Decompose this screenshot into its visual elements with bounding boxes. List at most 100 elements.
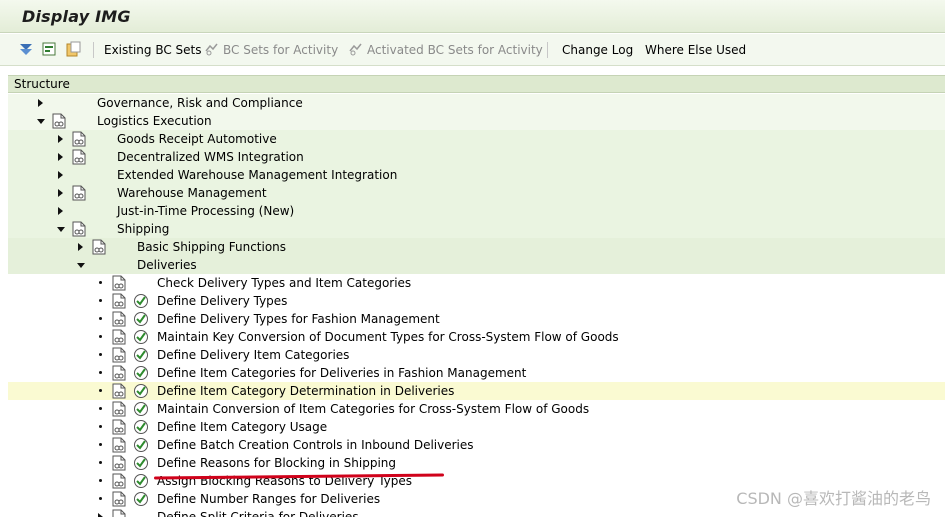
tree-node-label[interactable]: Governance, Risk and Compliance xyxy=(97,95,303,111)
tree-node-label[interactable]: Goods Receipt Automotive xyxy=(117,131,277,147)
tree-node[interactable]: Logistics Execution xyxy=(8,112,945,130)
execute-activity-icon[interactable] xyxy=(133,419,149,435)
change-log-button[interactable]: Change Log xyxy=(562,42,633,58)
tree-node[interactable]: Extended Warehouse Management Integratio… xyxy=(8,166,945,184)
expand-node-icon[interactable] xyxy=(58,171,63,179)
expand-node-icon[interactable] xyxy=(38,99,43,107)
tree-node[interactable]: Check Delivery Types and Item Categories xyxy=(8,274,945,292)
tree-node-label[interactable]: Define Delivery Types xyxy=(157,293,287,309)
execute-activity-icon[interactable] xyxy=(133,329,149,345)
execute-activity-icon[interactable] xyxy=(133,437,149,453)
tree-node-label[interactable]: Maintain Conversion of Item Categories f… xyxy=(157,401,589,417)
tree-node-label[interactable]: Logistics Execution xyxy=(97,113,212,129)
documentation-icon[interactable] xyxy=(72,131,86,147)
bc-sets-for-activity-button[interactable]: BC Sets for Activity xyxy=(223,42,338,58)
collapse-node-icon[interactable] xyxy=(37,119,45,124)
documentation-icon[interactable] xyxy=(112,365,126,381)
documentation-icon[interactable] xyxy=(112,383,126,399)
expand-node-icon[interactable] xyxy=(58,153,63,161)
tree-node[interactable]: Maintain Conversion of Item Categories f… xyxy=(8,400,945,418)
tree-node[interactable]: Decentralized WMS Integration xyxy=(8,148,945,166)
tree-node[interactable]: Basic Shipping Functions xyxy=(8,238,945,256)
leaf-bullet-icon xyxy=(99,443,102,446)
tree-node[interactable]: Define Delivery Item Categories xyxy=(8,346,945,364)
tree-node-label[interactable]: Define Delivery Types for Fashion Manage… xyxy=(157,311,440,327)
tree-node[interactable]: Define Item Categories for Deliveries in… xyxy=(8,364,945,382)
tree-node-label[interactable]: Define Batch Creation Controls in Inboun… xyxy=(157,437,474,453)
where-else-used-button[interactable]: Where Else Used xyxy=(645,42,746,58)
tree-node[interactable]: Define Reasons for Blocking in Shipping xyxy=(8,454,945,472)
tree-node-label[interactable]: Define Split Criteria for Deliveries xyxy=(157,509,359,517)
img-structure-tree: Structure Governance, Risk and Complianc… xyxy=(8,75,945,517)
tree-node[interactable]: Deliveries xyxy=(8,256,945,274)
documentation-icon[interactable] xyxy=(112,311,126,327)
expand-node-icon[interactable] xyxy=(98,513,103,517)
title-bar: Display IMG xyxy=(0,0,945,33)
tree-node-label[interactable]: Shipping xyxy=(117,221,169,237)
tree-node-label[interactable]: Define Reasons for Blocking in Shipping xyxy=(157,455,396,471)
expand-node-icon[interactable] xyxy=(78,243,83,251)
tree-node[interactable]: Maintain Key Conversion of Document Type… xyxy=(8,328,945,346)
activated-bc-sets-for-activity-button[interactable]: Activated BC Sets for Activity xyxy=(367,42,543,58)
documentation-icon[interactable] xyxy=(112,329,126,345)
documentation-icon[interactable] xyxy=(72,149,86,165)
documentation-icon[interactable] xyxy=(92,239,106,255)
expand-node-icon[interactable] xyxy=(58,189,63,197)
tree-node-label[interactable]: Deliveries xyxy=(137,257,197,273)
expand-node-icon[interactable] xyxy=(58,135,63,143)
execute-activity-icon[interactable] xyxy=(133,491,149,507)
tree-node-label[interactable]: Decentralized WMS Integration xyxy=(117,149,304,165)
execute-activity-icon[interactable] xyxy=(133,347,149,363)
tree-node[interactable]: Define Delivery Types for Fashion Manage… xyxy=(8,310,945,328)
execute-activity-icon[interactable] xyxy=(133,365,149,381)
expand-node-icon[interactable] xyxy=(58,207,63,215)
tree-node-label[interactable]: Define Item Category Determination in De… xyxy=(157,383,454,399)
documentation-icon[interactable] xyxy=(52,113,66,129)
execute-activity-icon[interactable] xyxy=(133,401,149,417)
tree-node-label[interactable]: Warehouse Management xyxy=(117,185,267,201)
documentation-icon[interactable] xyxy=(112,509,126,517)
execute-activity-icon[interactable] xyxy=(133,473,149,489)
tree-node-label[interactable]: Define Item Category Usage xyxy=(157,419,327,435)
documentation-icon[interactable] xyxy=(112,491,126,507)
documentation-icon[interactable] xyxy=(72,221,86,237)
tree-node-label[interactable]: Basic Shipping Functions xyxy=(137,239,286,255)
tree-node-label[interactable]: Define Delivery Item Categories xyxy=(157,347,349,363)
documentation-icon[interactable] xyxy=(112,455,126,471)
tree-node-label[interactable]: Extended Warehouse Management Integratio… xyxy=(117,167,397,183)
leaf-bullet-icon xyxy=(99,461,102,464)
documentation-icon[interactable] xyxy=(112,275,126,291)
tree-node[interactable]: Define Item Category Usage xyxy=(8,418,945,436)
tree-node[interactable]: Define Delivery Types xyxy=(8,292,945,310)
tree-node-label[interactable]: Maintain Key Conversion of Document Type… xyxy=(157,329,619,345)
tree-node[interactable]: Just-in-Time Processing (New) xyxy=(8,202,945,220)
expand-subtree-icon[interactable] xyxy=(17,40,35,58)
execute-activity-icon[interactable] xyxy=(133,293,149,309)
tree-node-label[interactable]: Check Delivery Types and Item Categories xyxy=(157,275,411,291)
clipboard-icon[interactable] xyxy=(64,40,82,58)
collapse-node-icon[interactable] xyxy=(57,227,65,232)
documentation-icon[interactable] xyxy=(112,347,126,363)
documentation-icon[interactable] xyxy=(112,401,126,417)
execute-activity-icon[interactable] xyxy=(133,311,149,327)
tree-node[interactable]: Shipping xyxy=(8,220,945,238)
execute-activity-icon[interactable] xyxy=(133,383,149,399)
tree-node-label[interactable]: Just-in-Time Processing (New) xyxy=(117,203,294,219)
execute-activity-icon[interactable] xyxy=(133,455,149,471)
tree-node-label[interactable]: Define Number Ranges for Deliveries xyxy=(157,491,380,507)
tree-node[interactable]: Goods Receipt Automotive xyxy=(8,130,945,148)
documentation-icon[interactable] xyxy=(72,185,86,201)
documentation-icon[interactable] xyxy=(112,419,126,435)
tree-node[interactable]: Define Split Criteria for Deliveries xyxy=(8,508,945,517)
documentation-icon[interactable] xyxy=(112,293,126,309)
tree-node[interactable]: Define Batch Creation Controls in Inboun… xyxy=(8,436,945,454)
collapse-node-icon[interactable] xyxy=(77,263,85,268)
tree-node[interactable]: Warehouse Management xyxy=(8,184,945,202)
tree-node[interactable]: Governance, Risk and Compliance xyxy=(8,94,945,112)
find-icon[interactable] xyxy=(40,40,58,58)
tree-node-label[interactable]: Define Item Categories for Deliveries in… xyxy=(157,365,526,381)
tree-node[interactable]: Define Item Category Determination in De… xyxy=(8,382,945,400)
documentation-icon[interactable] xyxy=(112,437,126,453)
documentation-icon[interactable] xyxy=(112,473,126,489)
existing-bc-sets-button[interactable]: Existing BC Sets xyxy=(104,42,202,58)
